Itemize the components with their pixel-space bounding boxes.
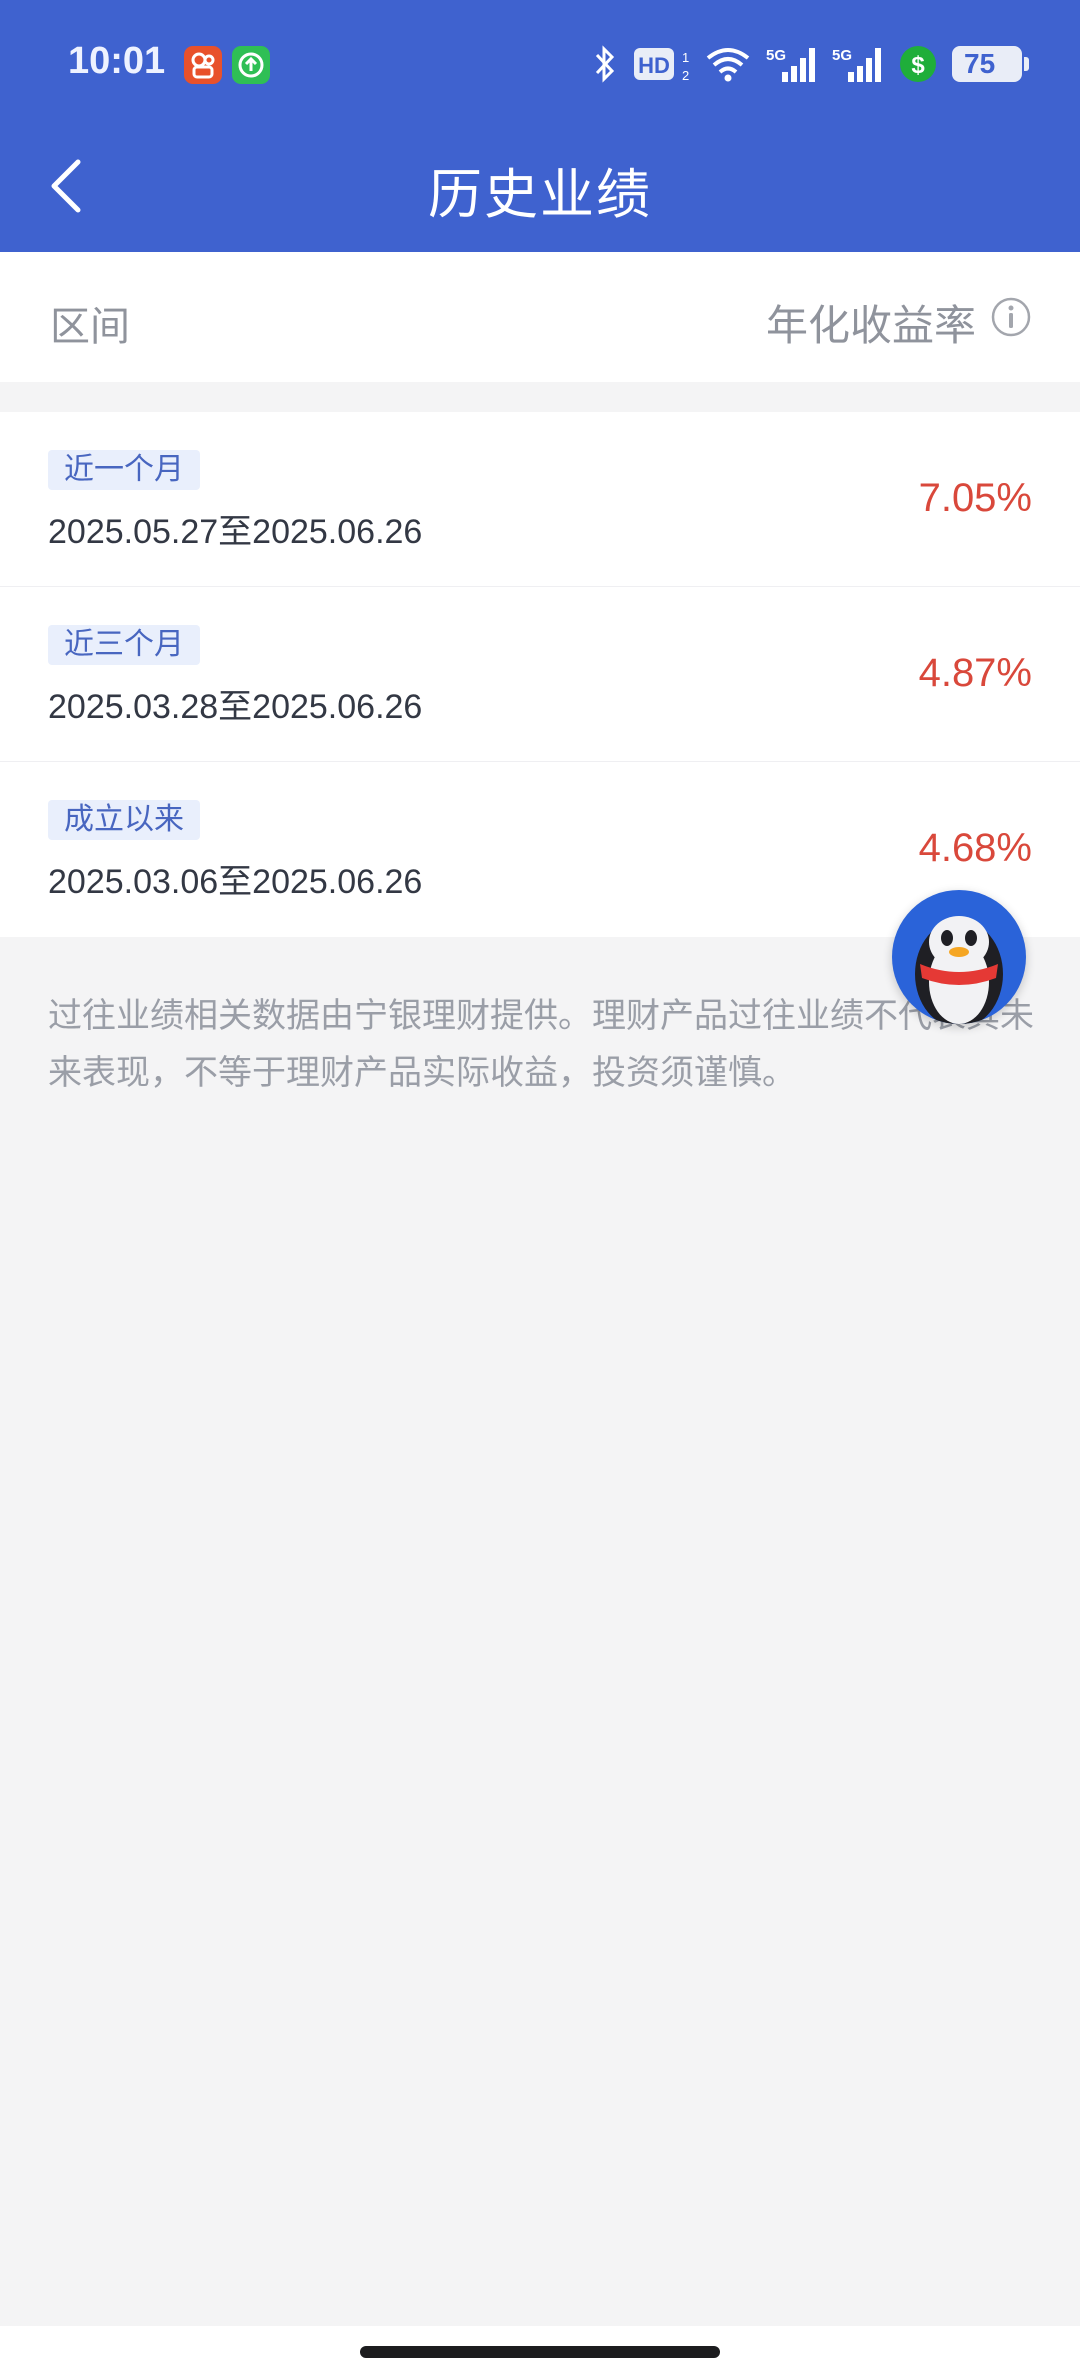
svg-text:5G: 5G <box>766 47 786 64</box>
system-navigation-bar <box>0 2326 1080 2376</box>
svg-text:5G: 5G <box>832 47 852 64</box>
performance-list: 近一个月 2025.05.27至2025.06.26 7.05% 近三个月 20… <box>0 412 1080 937</box>
performance-row: 近三个月 2025.03.28至2025.06.26 4.87% <box>0 587 1080 762</box>
upload-notification-icon <box>232 46 270 84</box>
signal-5g-sim1-icon: 5G <box>766 47 815 82</box>
kuaishou-notification-icon <box>184 46 222 84</box>
wifi-icon <box>706 48 750 82</box>
column-annualized-return-label: 年化收益率 <box>765 301 976 350</box>
annualized-rate: 4.68% <box>918 826 1032 870</box>
date-range: 2025.05.27至2025.06.26 <box>48 513 423 551</box>
period-tag: 近一个月 <box>48 450 200 490</box>
battery-indicator: 75 <box>952 46 1029 82</box>
home-indicator[interactable] <box>360 2346 720 2358</box>
column-period-label: 区间 <box>50 304 130 350</box>
date-range: 2025.03.28至2025.06.26 <box>48 688 423 726</box>
period-tag: 成立以来 <box>48 800 200 840</box>
app-bar: 10:01 HD 1 2 5G 5G $ 75 历史业绩 <box>0 0 1080 252</box>
date-range: 2025.03.06至2025.06.26 <box>48 863 423 901</box>
column-header: 区间 年化收益率 <box>0 252 1080 382</box>
status-icons: HD 1 2 5G 5G $ 75 <box>592 40 1029 88</box>
disclaimer-text: 过往业绩相关数据由宁银理财提供。理财产品过往业绩不代表其未来表现，不等于理财产品… <box>48 996 1034 1093</box>
annualized-rate: 7.05% <box>918 476 1032 520</box>
bluetooth-icon <box>595 45 615 83</box>
svg-text:2: 2 <box>682 68 689 83</box>
status-time: 10:01 <box>68 40 166 82</box>
period-tag: 近三个月 <box>48 625 200 665</box>
svg-text:1: 1 <box>682 50 689 65</box>
penguin-assistant-button[interactable] <box>892 890 1026 1024</box>
annualized-rate: 4.87% <box>918 651 1032 695</box>
payment-notification-icon: $ <box>900 46 936 82</box>
info-icon[interactable] <box>990 296 1032 338</box>
performance-row: 近一个月 2025.05.27至2025.06.26 7.05% <box>0 412 1080 587</box>
penguin-icon <box>915 916 1003 1024</box>
hd-voice-icon: HD 1 2 <box>634 48 689 83</box>
signal-5g-sim2-icon: 5G <box>832 47 881 82</box>
svg-text:HD: HD <box>638 53 670 78</box>
page-title: 历史业绩 <box>428 163 652 226</box>
svg-text:$: $ <box>911 52 925 79</box>
